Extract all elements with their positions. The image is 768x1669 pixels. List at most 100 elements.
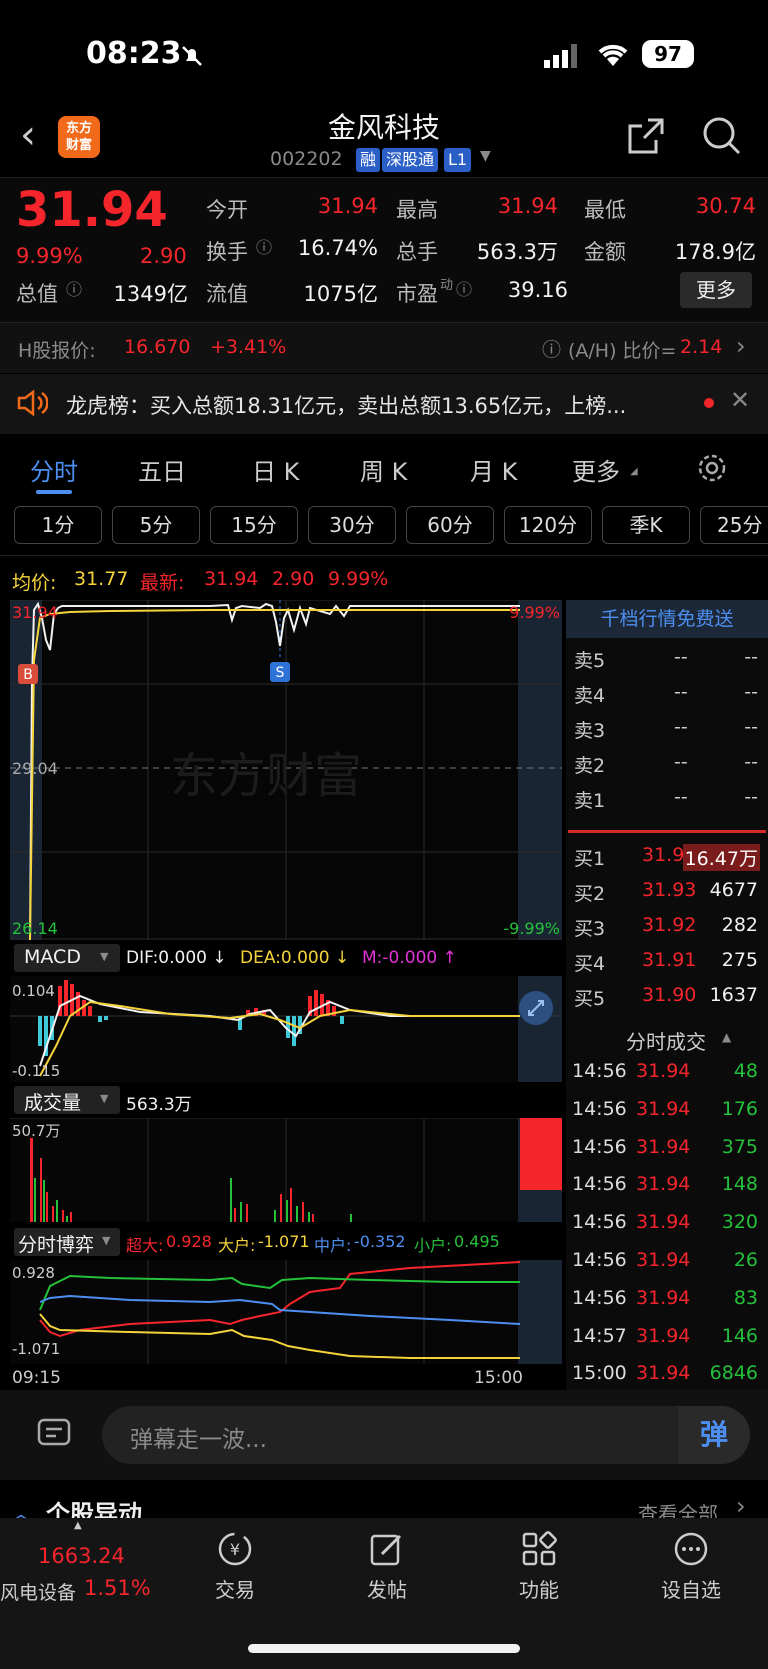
tick-price: 31.94: [636, 1249, 691, 1271]
bid-row[interactable]: 买5 31.90 1637: [574, 984, 764, 1018]
tab-5day[interactable]: 五日: [138, 452, 186, 487]
tick-row: 14:57 31.94 146: [572, 1325, 764, 1362]
period-15m[interactable]: 15分: [210, 506, 298, 544]
tab-intraday[interactable]: 分时: [30, 452, 78, 487]
macd-bottom: -0.115: [12, 1062, 60, 1080]
bid-row[interactable]: 买3 31.92 282: [574, 914, 764, 948]
ask-price: --: [674, 646, 688, 668]
tick-time: 14:56: [572, 1173, 627, 1196]
tick-row: 14:56 31.94 148: [572, 1173, 764, 1210]
game-big: -1.071: [258, 1232, 310, 1251]
low-value: 30.74: [695, 194, 756, 218]
caret-up-icon[interactable]: ▲: [722, 1030, 731, 1044]
open-value: 31.94: [317, 194, 378, 218]
orderbook-banner[interactable]: 千档行情免费送: [566, 600, 768, 638]
period-120m[interactable]: 120分: [504, 506, 592, 544]
ask-price: --: [674, 681, 688, 703]
bid-row[interactable]: 买2 31.93 4677: [574, 879, 764, 913]
ticks-title[interactable]: 分时成交: [626, 1026, 706, 1055]
game-mid: -0.352: [354, 1232, 406, 1251]
help-icon[interactable]: ⓘ: [542, 335, 561, 362]
bid-price: 31.92: [642, 914, 697, 936]
game-bottom: -1.071: [12, 1340, 60, 1358]
tab-monthly[interactable]: 月 K: [470, 452, 517, 487]
settings-icon[interactable]: [696, 452, 728, 488]
bid-price: 31.90: [642, 984, 697, 1006]
price-chart[interactable]: 东方财富 31.94 29.04 26.14 9.99% -9.99% B S: [10, 600, 562, 940]
tag-margin: 融: [356, 148, 381, 172]
ask-row[interactable]: 卖4 -- --: [574, 681, 764, 715]
function-button[interactable]: 功能: [484, 1530, 594, 1603]
close-icon[interactable]: ✕: [730, 386, 750, 414]
period-quarter[interactable]: 季K: [602, 506, 690, 544]
ask-row[interactable]: 卖2 -- --: [574, 751, 764, 785]
tick-row: 14:56 31.94 48: [572, 1060, 764, 1097]
tick-price: 31.94: [636, 1097, 691, 1120]
tick-price: 31.94: [636, 1135, 691, 1158]
ask-row[interactable]: 卖3 -- --: [574, 716, 764, 750]
period-60m[interactable]: 60分: [406, 506, 494, 544]
sector-name[interactable]: 风电设备: [0, 1578, 76, 1605]
game-chart[interactable]: 0.928 -1.071: [10, 1260, 562, 1364]
speaker-icon: [16, 388, 49, 422]
caret-up-icon: ▲: [74, 1520, 82, 1531]
tick-price: 31.94: [636, 1324, 691, 1347]
game-top: 0.928: [12, 1264, 55, 1282]
sector-index-value[interactable]: 1663.24: [38, 1544, 125, 1568]
period-25m[interactable]: 25分: [700, 506, 768, 544]
tab-weekly[interactable]: 周 K: [360, 452, 407, 487]
axis-bottom-pct: -9.99%: [503, 919, 560, 938]
float-label: 流值: [206, 282, 248, 306]
latest-change: 2.90: [272, 568, 315, 590]
macd-label: MACD: [24, 946, 81, 968]
bid-row[interactable]: 买4 31.91 275: [574, 949, 764, 983]
ah-value: 2.14: [680, 336, 723, 358]
search-icon[interactable]: [700, 114, 742, 160]
status-time: 08:23: [86, 36, 182, 71]
post-button[interactable]: 发帖: [332, 1530, 442, 1603]
change-amount: 2.90: [140, 244, 187, 268]
period-1m[interactable]: 1分: [14, 506, 102, 544]
svg-text:¥: ¥: [230, 1540, 240, 1559]
tick-volume: 146: [721, 1324, 758, 1347]
tick-volume: 48: [733, 1060, 758, 1082]
tick-time: 14:56: [572, 1060, 627, 1082]
ask-volume: --: [744, 646, 758, 668]
spread-divider: [568, 830, 766, 833]
more-button[interactable]: 更多: [680, 272, 752, 308]
tick-price: 31.94: [636, 1211, 691, 1234]
share-icon[interactable]: [626, 116, 666, 160]
bid-volume: 282: [721, 914, 758, 936]
tab-daily[interactable]: 日 K: [252, 452, 299, 487]
function-label: 功能: [519, 1578, 559, 1602]
macd-chart[interactable]: 0.104 -0.115: [10, 976, 562, 1082]
period-30m[interactable]: 30分: [308, 506, 396, 544]
bid-row[interactable]: 买1 31.94 16.47万: [574, 844, 764, 878]
pe-sup: 动: [440, 278, 454, 293]
add-watchlist-button[interactable]: 设自选: [636, 1530, 746, 1603]
tab-more[interactable]: 更多: [572, 452, 620, 487]
battery-icon: 97: [642, 40, 694, 68]
info-icon[interactable]: ⓘ: [66, 276, 82, 300]
danmu-toggle[interactable]: 弹: [678, 1406, 750, 1464]
volume-chart[interactable]: 50.7万: [10, 1118, 562, 1222]
ask-row[interactable]: 卖1 -- --: [574, 786, 764, 820]
tick-price: 31.94: [636, 1060, 691, 1082]
message-icon[interactable]: [36, 1416, 72, 1456]
ask-row[interactable]: 卖5 -- --: [574, 646, 764, 680]
edit-icon: [370, 1534, 402, 1566]
high-label: 最高: [396, 198, 438, 222]
chevron-down-icon[interactable]: ▼: [480, 148, 491, 164]
trade-button[interactable]: ¥ 交易: [180, 1530, 290, 1603]
add-watchlist-label: 设自选: [661, 1578, 721, 1602]
period-5m[interactable]: 5分: [112, 506, 200, 544]
trade-label: 交易: [215, 1578, 255, 1602]
wifi-icon: [596, 40, 630, 72]
tick-volume: 176: [721, 1097, 758, 1120]
turnover-value: 16.74%: [297, 236, 378, 260]
tag-connect: 深股通: [382, 148, 439, 172]
chevron-right-icon[interactable]: ›: [736, 1492, 746, 1520]
bid-volume: 1637: [709, 984, 758, 1006]
dropdown-triangle-icon: ◢: [630, 466, 638, 477]
chevron-right-icon[interactable]: ›: [736, 332, 746, 360]
